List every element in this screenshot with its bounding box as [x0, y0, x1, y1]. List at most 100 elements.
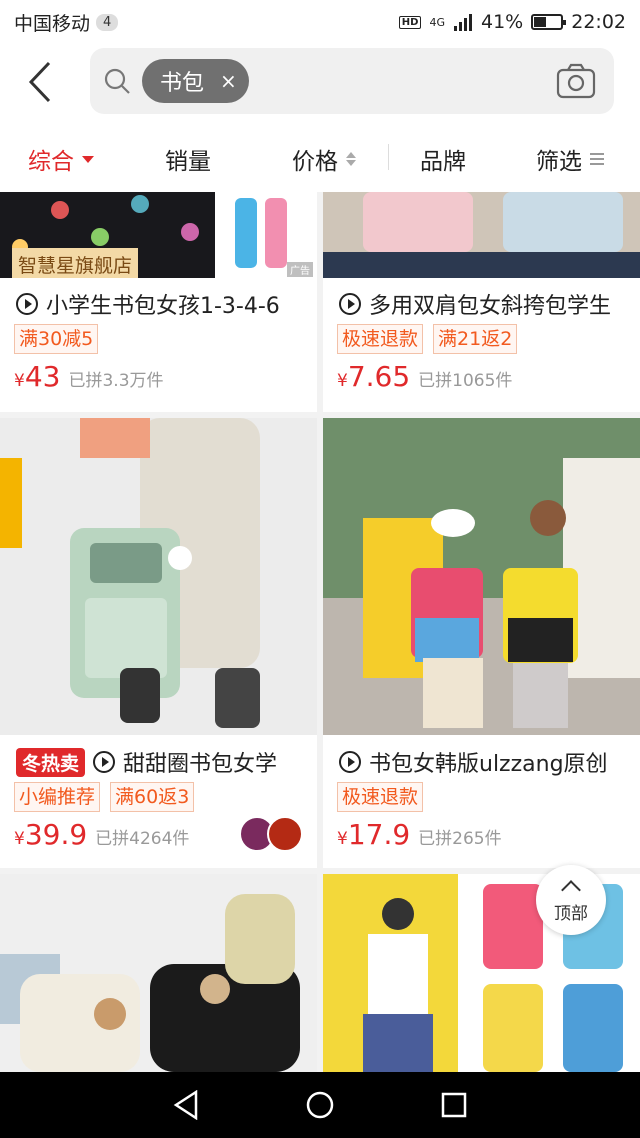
- search-icon: [104, 68, 130, 94]
- currency-symbol: ¥: [337, 829, 348, 849]
- status-bar: 中国移动 4 HD 4G 41% 22:02: [0, 0, 640, 44]
- product-card[interactable]: 书包女韩版ulzzang原创 极速退款 ¥17.9 已拼265件: [323, 418, 640, 868]
- currency-symbol: ¥: [337, 371, 348, 391]
- price-value: 39.9: [24, 818, 88, 851]
- sort-bar: 综合 销量 价格 品牌 筛选: [0, 120, 640, 192]
- sort-brand-label: 品牌: [420, 149, 466, 175]
- product-price: ¥39.9: [14, 818, 87, 851]
- sort-brand[interactable]: 品牌: [420, 142, 466, 176]
- recents-nav-icon[interactable]: [440, 1091, 468, 1119]
- back-nav-icon[interactable]: [172, 1090, 200, 1120]
- home-nav-icon[interactable]: [305, 1090, 335, 1120]
- promo-tags: 小编推荐 满60返3: [14, 782, 195, 812]
- carrier-name: 中国移动: [14, 12, 91, 35]
- dropdown-triangle-icon: [82, 155, 94, 163]
- video-play-icon: [93, 751, 116, 773]
- clear-keyword-icon[interactable]: ×: [220, 69, 237, 93]
- search-header: 书包 ×: [0, 44, 640, 120]
- system-nav-bar: [0, 1072, 640, 1138]
- price-value: 17.9: [347, 818, 411, 851]
- product-price: ¥7.65: [337, 360, 410, 393]
- promo-tags: 极速退款: [337, 782, 424, 812]
- promo-tag: 极速退款: [337, 324, 424, 354]
- product-title: 小学生书包女孩1-3-4-6: [46, 294, 280, 319]
- product-image[interactable]: 智慧星旗舰店 广告: [0, 192, 317, 278]
- battery-percent: 41%: [481, 11, 524, 33]
- product-price: ¥43: [14, 360, 60, 393]
- search-keyword: 书包: [160, 71, 205, 96]
- promo-tags: 满30减5: [14, 324, 99, 354]
- product-title-row: 小学生书包女孩1-3-4-6: [16, 288, 280, 320]
- product-title: 书包女韩版ulzzang原创: [369, 752, 608, 777]
- promo-tag: 满21返2: [433, 324, 518, 354]
- chevron-up-icon: [561, 879, 581, 900]
- product-card[interactable]: 智慧星旗舰店 广告 小学生书包女孩1-3-4-6 满30减5 ¥43 已拼3.3…: [0, 192, 317, 412]
- clock: 22:02: [571, 11, 626, 33]
- back-to-top-label: 顶部: [554, 903, 588, 924]
- product-image[interactable]: [323, 192, 640, 278]
- product-image-art: [0, 418, 317, 735]
- price-row: ¥43 已拼3.3万件: [14, 360, 164, 393]
- sort-comprehensive-label: 综合: [28, 149, 74, 175]
- store-badge: 智慧星旗舰店: [12, 248, 139, 278]
- back-arrow-icon: [28, 61, 51, 103]
- product-image[interactable]: [0, 418, 317, 735]
- back-button[interactable]: [0, 44, 80, 120]
- product-image[interactable]: [0, 874, 317, 1072]
- camera-icon[interactable]: [556, 62, 596, 100]
- filter-icon: [590, 153, 604, 165]
- price-value: 7.65: [347, 360, 411, 393]
- promo-tag: 满30减5: [14, 324, 99, 354]
- hd-icon: HD: [398, 15, 422, 29]
- filter-button[interactable]: 筛选: [536, 142, 604, 176]
- notification-count-badge: 4: [96, 13, 119, 31]
- sold-count: 已拼1065件: [418, 371, 513, 391]
- video-play-icon: [339, 293, 361, 315]
- currency-symbol: ¥: [14, 371, 25, 391]
- sort-sales[interactable]: 销量: [165, 142, 211, 176]
- hot-sale-badge: 冬热卖: [16, 747, 86, 777]
- currency-symbol: ¥: [14, 829, 25, 849]
- product-card[interactable]: [0, 874, 317, 1072]
- search-keyword-chip[interactable]: 书包 ×: [142, 59, 249, 103]
- carrier-group: 中国移动 4: [14, 9, 119, 36]
- product-title-row: 书包女韩版ulzzang原创: [339, 746, 608, 778]
- price-value: 43: [24, 360, 61, 393]
- product-image-art: [323, 192, 640, 278]
- promo-tag: 满60返3: [110, 782, 195, 812]
- product-title-row: 冬热卖 甜甜圈书包女学: [16, 746, 277, 778]
- sort-comprehensive[interactable]: 综合: [28, 142, 94, 176]
- price-row: ¥17.9 已拼265件: [337, 818, 502, 851]
- product-image-art: [323, 418, 640, 735]
- video-play-icon: [16, 293, 38, 315]
- promo-tags: 极速退款 满21返2: [337, 324, 518, 354]
- promo-tag: 极速退款: [337, 782, 424, 812]
- product-card[interactable]: 冬热卖 甜甜圈书包女学 小编推荐 满60返3 ¥39.9 已拼4264件: [0, 418, 317, 868]
- product-image-art: [0, 874, 317, 1072]
- product-title: 多用双肩包女斜挎包学生: [369, 294, 612, 319]
- sold-count: 已拼265件: [418, 829, 502, 849]
- sort-arrows-icon: [346, 152, 356, 166]
- back-to-top-button[interactable]: 顶部: [536, 865, 606, 935]
- price-row: ¥7.65 已拼1065件: [337, 360, 512, 393]
- sort-price[interactable]: 价格: [292, 142, 356, 176]
- signal-icon: [454, 14, 472, 31]
- product-price: ¥17.9: [337, 818, 410, 851]
- avatar: [267, 816, 303, 852]
- sold-count: 已拼3.3万件: [68, 371, 164, 391]
- battery-icon: [531, 14, 567, 30]
- video-play-icon: [339, 751, 361, 773]
- ad-label: 广告: [287, 262, 313, 277]
- product-title-row: 多用双肩包女斜挎包学生: [339, 288, 611, 320]
- network-type: 4G: [429, 15, 445, 29]
- buyer-avatars: [239, 816, 303, 852]
- sort-sales-label: 销量: [165, 149, 211, 175]
- sort-price-label: 价格: [292, 149, 338, 175]
- product-title: 甜甜圈书包女学: [123, 752, 278, 777]
- sold-count: 已拼4264件: [95, 829, 190, 849]
- search-box[interactable]: 书包 ×: [90, 48, 614, 114]
- status-right: HD 4G 41% 22:02: [398, 11, 626, 33]
- promo-tag: 小编推荐: [14, 782, 101, 812]
- product-image[interactable]: [323, 418, 640, 735]
- product-card[interactable]: 多用双肩包女斜挎包学生 极速退款 满21返2 ¥7.65 已拼1065件: [323, 192, 640, 412]
